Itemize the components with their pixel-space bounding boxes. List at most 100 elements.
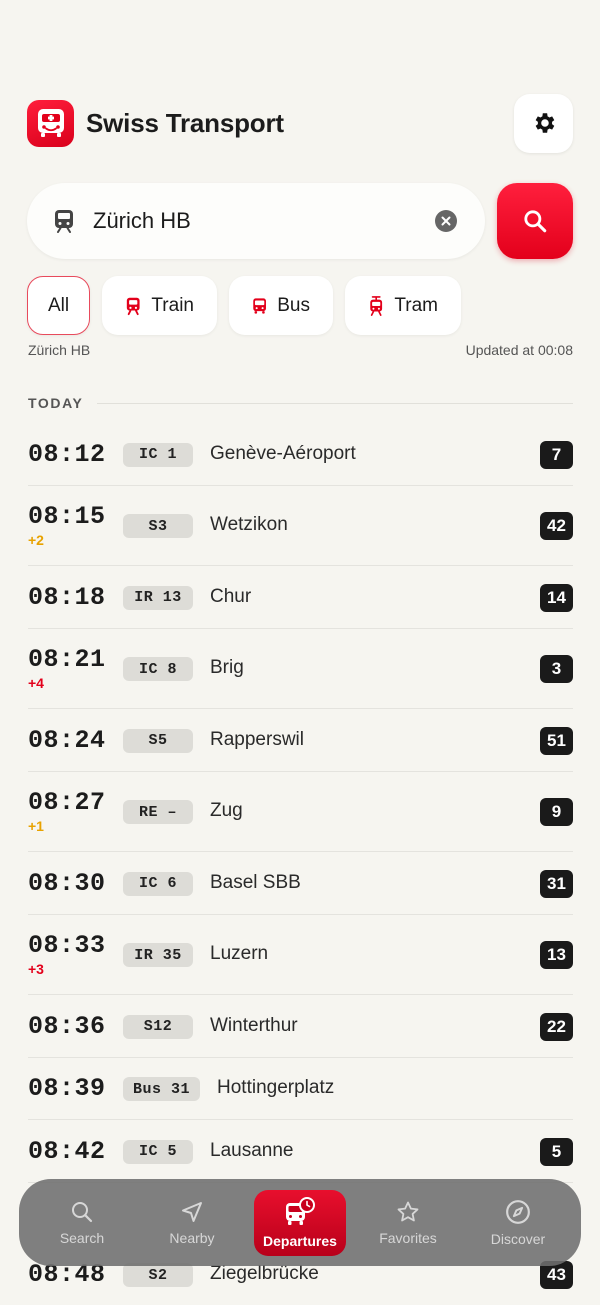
clear-search-button[interactable] (435, 210, 457, 232)
section-header: TODAY (28, 395, 573, 411)
line-badge: Bus 31 (123, 1077, 200, 1101)
line-badge: IR 35 (123, 943, 193, 967)
destination: Basel SBB (210, 871, 301, 893)
tab-nearby-label: Nearby (169, 1229, 215, 1246)
delay-badge: +2 (28, 532, 44, 548)
departure-time: 08:42 (28, 1136, 106, 1166)
destination: Ziegelbrücke (210, 1263, 319, 1284)
station-name: Zürich HB (28, 342, 91, 358)
station-search-input[interactable] (93, 208, 435, 234)
filter-bus-label: Bus (277, 294, 310, 316)
updated-time: Updated at 00:08 (465, 342, 573, 358)
magnifier-icon (524, 210, 547, 233)
departure-row[interactable]: 08:39 Bus 31 Hottingerplatz (28, 1058, 573, 1120)
tab-favorites-label: Favorites (379, 1229, 437, 1246)
destination: Winterthur (210, 1014, 298, 1036)
train-icon (55, 210, 73, 233)
departure-row[interactable]: 08:27 +1 RE – Zug 9 (28, 772, 573, 852)
departure-row[interactable]: 08:24 S5 Rapperswil 51 (28, 709, 573, 772)
departure-time: 08:18 (28, 582, 106, 612)
platform-badge: 51 (540, 726, 573, 755)
section-divider (97, 402, 573, 404)
line-badge: IC 5 (123, 1139, 193, 1164)
platform-badge: 31 (540, 869, 573, 898)
departure-time: 08:24 (28, 725, 106, 755)
departure-row[interactable]: 08:30 IC 6 Basel SBB 31 (28, 852, 573, 915)
line-badge: IC 8 (123, 657, 193, 681)
departure-time: 08:30 (28, 868, 106, 898)
mode-filters: All Train Bus Tram (27, 276, 461, 335)
line-badge: S3 (123, 514, 193, 538)
bus-icon (253, 297, 266, 314)
platform-badge: 22 (540, 1012, 573, 1041)
tab-bar: Search Nearby Departures Favorites Disco… (19, 1179, 581, 1266)
filter-tram[interactable]: Tram (345, 276, 461, 335)
line-badge: S5 (123, 728, 193, 753)
departure-row[interactable]: 08:21 +4 IC 8 Brig 3 (28, 629, 573, 709)
departure-time: 08:36 (28, 1011, 106, 1041)
departure-time: 08:21 (28, 645, 106, 674)
brand: Swiss Transport (27, 99, 284, 147)
line-badge: IC 1 (123, 442, 193, 467)
compass-icon (506, 1199, 530, 1224)
departure-row[interactable]: 08:42 IC 5 Lausanne 5 (28, 1120, 573, 1183)
filter-bus[interactable]: Bus (229, 276, 333, 335)
filter-tram-label: Tram (394, 294, 438, 316)
delay-badge: +1 (28, 818, 44, 834)
search-row (27, 183, 573, 259)
platform-badge: 5 (540, 1137, 573, 1166)
destination: Chur (210, 585, 252, 607)
app-title: Swiss Transport (86, 107, 284, 138)
line-badge: IC 6 (123, 871, 193, 896)
search-button[interactable] (497, 183, 573, 259)
settings-button[interactable] (514, 93, 573, 153)
platform-badge: 9 (540, 798, 573, 826)
tram-icon (370, 295, 383, 316)
departure-time: 08:33 (28, 931, 106, 960)
filter-train-label: Train (151, 294, 194, 316)
departure-row[interactable]: 08:12 IC 1 Genève-Aéroport 7 (28, 423, 573, 486)
destination: Rapperswil (210, 728, 304, 750)
gear-icon (535, 113, 554, 133)
line-badge: S2 (123, 1263, 193, 1287)
tab-discover[interactable]: Discover (470, 1190, 566, 1256)
destination: Genève-Aéroport (210, 442, 356, 464)
destination: Wetzikon (210, 514, 288, 535)
platform-badge: 13 (540, 941, 573, 969)
destination: Lausanne (210, 1139, 294, 1161)
tab-favorites[interactable]: Favorites (360, 1190, 456, 1256)
platform-badge: 7 (540, 440, 573, 469)
delay-badge: +3 (28, 961, 44, 977)
destination: Luzern (210, 943, 269, 964)
section-label: TODAY (28, 395, 84, 411)
departure-time: 08:27 (28, 788, 106, 817)
tab-departures-label: Departures (263, 1232, 337, 1249)
line-badge: IR 13 (123, 585, 193, 610)
platform-badge: 3 (540, 655, 573, 683)
destination: Zug (210, 800, 243, 821)
bus-clock-icon (286, 1196, 315, 1225)
header: Swiss Transport (27, 93, 573, 153)
navigation-arrow-icon (182, 1201, 202, 1222)
tab-departures[interactable]: Departures (254, 1189, 346, 1256)
filter-all-label: All (47, 294, 70, 316)
departure-row[interactable]: 08:15 +2 S3 Wetzikon 42 (28, 486, 573, 566)
platform-badge: 14 (540, 583, 573, 612)
platform-badge: 42 (540, 512, 573, 540)
tab-search-label: Search (59, 1229, 105, 1246)
tab-nearby[interactable]: Nearby (144, 1190, 240, 1256)
line-badge: RE – (123, 800, 193, 824)
clear-x-icon (441, 216, 451, 226)
filter-all[interactable]: All (27, 276, 90, 335)
station-search-box[interactable] (27, 183, 485, 259)
tab-discover-label: Discover (490, 1230, 546, 1247)
destination: Brig (210, 657, 244, 678)
departure-row[interactable]: 08:36 S12 Winterthur 22 (28, 995, 573, 1058)
departure-row[interactable]: 08:18 IR 13 Chur 14 (28, 566, 573, 629)
delay-badge: +4 (28, 675, 44, 691)
train-icon (126, 297, 140, 315)
tab-search[interactable]: Search (34, 1190, 130, 1256)
filter-train[interactable]: Train (102, 276, 217, 335)
bus-face-icon (27, 99, 74, 147)
departure-row[interactable]: 08:33 +3 IR 35 Luzern 13 (28, 915, 573, 995)
